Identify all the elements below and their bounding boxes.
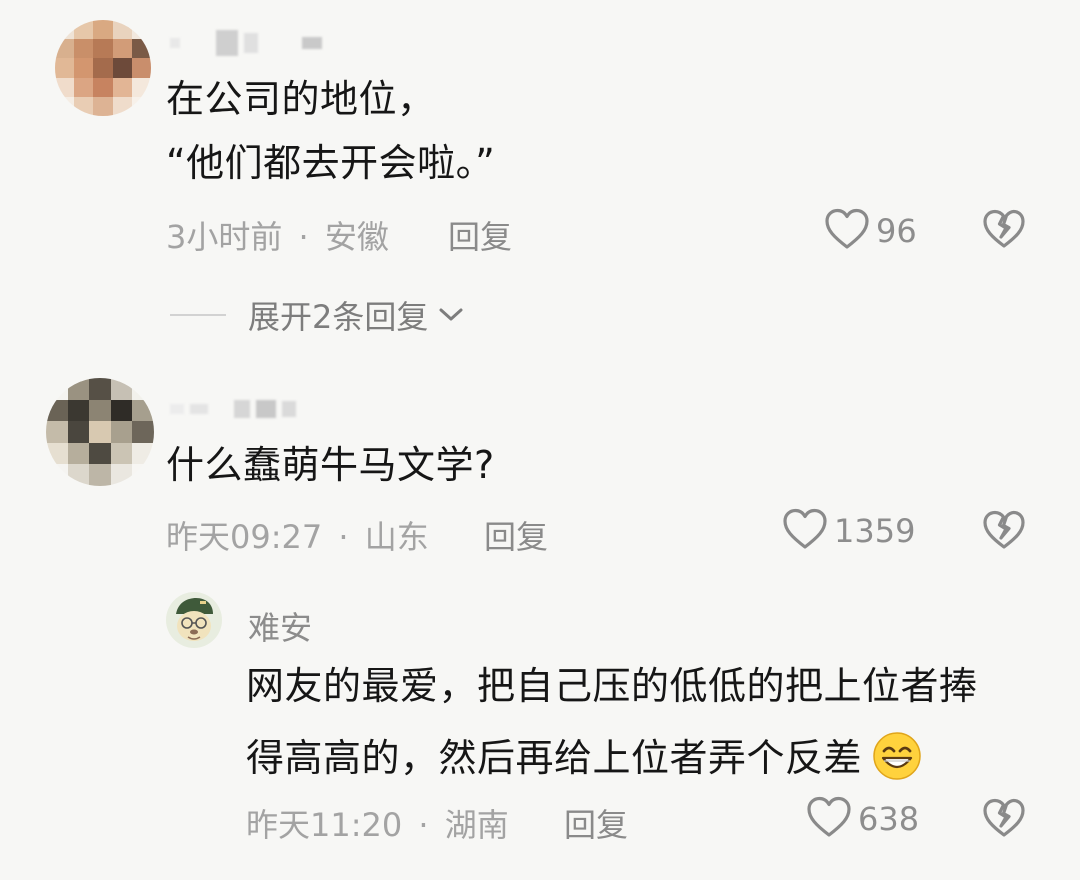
heart-outline-icon (806, 796, 852, 842)
comment-text-line: “他们都去开会啦。” (166, 141, 496, 185)
expand-replies-button[interactable]: 展开2条回复 (170, 292, 464, 338)
comment-meta: 3小时前 · 安徽 (166, 212, 389, 258)
expand-replies-label: 展开2条回复 (248, 298, 429, 336)
cartoon-avatar-icon (166, 592, 222, 648)
heart-outline-icon (824, 208, 870, 254)
like-count: 1359 (834, 512, 916, 550)
like-count: 96 (876, 212, 917, 250)
like-button[interactable]: 96 (824, 208, 917, 254)
reply-button[interactable]: 回复 (484, 512, 548, 558)
comment-meta: 昨天09:27 · 山东 (166, 512, 429, 558)
comment-text-line: 在公司的地位， (166, 77, 436, 121)
reply-username[interactable]: 难安 (248, 603, 312, 649)
avatar[interactable] (55, 20, 151, 116)
heart-outline-icon (782, 508, 828, 554)
avatar[interactable] (46, 378, 154, 486)
comment-location: 山东 (364, 518, 429, 556)
reply-avatar[interactable] (166, 592, 222, 648)
comment-text-line: 什么蠢萌牛马文学? (166, 443, 495, 487)
comment-time: 3小时前 (166, 218, 283, 256)
comment-location: 安徽 (324, 218, 389, 256)
reply-button[interactable]: 回复 (564, 800, 628, 846)
meta-separator: · (298, 218, 309, 256)
meta-separator: · (418, 806, 429, 844)
broken-heart-icon (982, 209, 1026, 253)
reply-meta: 昨天11:20 · 湖南 (246, 800, 509, 846)
broken-heart-icon (982, 798, 1026, 842)
reply-text-line: 得高高的，然后再给上位者弄个反差 (246, 736, 863, 780)
dislike-button[interactable] (982, 209, 1026, 253)
reply-time: 昨天11:20 (246, 806, 403, 844)
like-button[interactable]: 638 (806, 796, 919, 842)
dislike-button[interactable] (982, 510, 1026, 554)
grin-emoji-icon (871, 730, 923, 786)
username-blurred[interactable] (170, 400, 296, 418)
comment-time: 昨天09:27 (166, 518, 323, 556)
expand-divider (170, 314, 226, 316)
like-button[interactable]: 1359 (782, 508, 915, 554)
broken-heart-icon (982, 510, 1026, 554)
reply-text-line: 网友的最爱，把自己压的低低的把上位者捧 (246, 664, 978, 708)
reply-button[interactable]: 回复 (448, 212, 512, 258)
username-blurred[interactable] (170, 30, 322, 56)
reply-text-line-wrap: 得高高的，然后再给上位者弄个反差 (246, 730, 923, 786)
like-count: 638 (858, 800, 920, 838)
meta-separator: · (338, 518, 349, 556)
reply-location: 湖南 (444, 806, 509, 844)
chevron-down-icon (438, 307, 464, 323)
dislike-button[interactable] (982, 798, 1026, 842)
